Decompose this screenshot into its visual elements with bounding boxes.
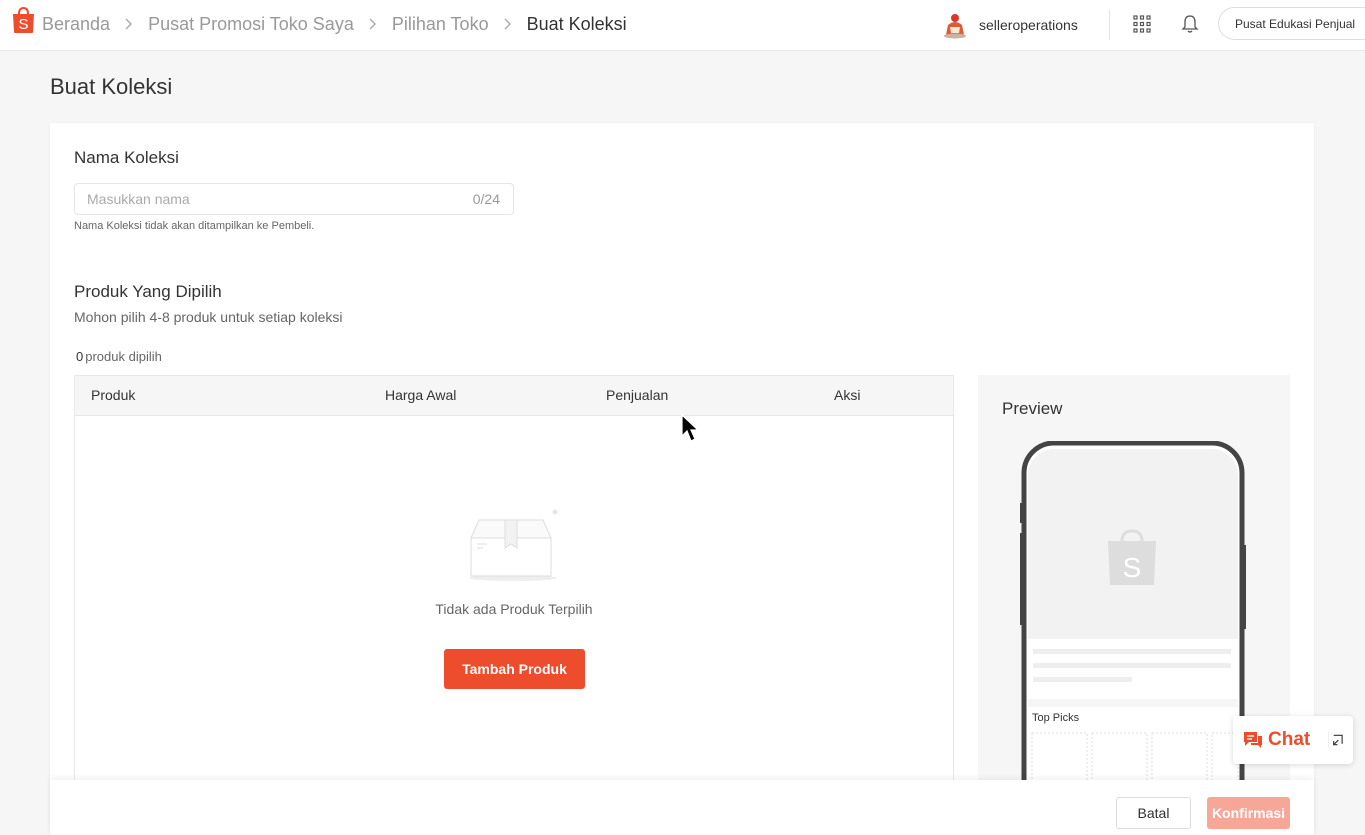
- column-action: Aksi: [834, 387, 861, 403]
- chat-bubble-icon: [1244, 732, 1262, 748]
- mouse-cursor-icon: [681, 414, 700, 442]
- breadcrumb-promo-center[interactable]: Pusat Promosi Toko Saya: [148, 14, 354, 35]
- column-initial-price: Harga Awal: [385, 387, 457, 403]
- svg-text:S: S: [1123, 552, 1142, 583]
- username: selleroperations: [979, 17, 1078, 33]
- column-product: Produk: [91, 387, 136, 403]
- user-menu[interactable]: selleroperations: [942, 10, 1078, 40]
- confirm-button[interactable]: Konfirmasi: [1207, 797, 1290, 829]
- empty-box-icon: [469, 509, 558, 581]
- empty-state-text: Tidak ada Produk Terpilih: [435, 601, 593, 617]
- collection-form-card: Nama Koleksi 0/24 Nama Koleksi tidak aka…: [50, 123, 1314, 835]
- selected-count-number: 0: [76, 349, 84, 364]
- add-product-button[interactable]: Tambah Produk: [444, 649, 585, 689]
- selected-products-title: Produk Yang Dipilih: [74, 282, 222, 301]
- top-picks-label: Top Picks: [1032, 712, 1080, 724]
- collection-name-input[interactable]: [75, 184, 455, 214]
- column-sales: Penjualan: [606, 387, 669, 403]
- table-header: Produk Harga Awal Penjualan Aksi: [75, 376, 953, 416]
- seller-education-button[interactable]: Pusat Edukasi Penjual: [1218, 7, 1365, 40]
- minimize-icon[interactable]: [1328, 732, 1344, 748]
- cancel-button[interactable]: Batal: [1116, 797, 1191, 829]
- selected-count: 0 produk dipilih: [76, 349, 162, 364]
- selected-products-subtitle: Mohon pilih 4-8 produk untuk setiap kole…: [74, 309, 343, 325]
- action-footer: Batal Konfirmasi: [50, 780, 1314, 835]
- preview-title: Preview: [1002, 399, 1063, 418]
- breadcrumb-shop-picks[interactable]: Pilihan Toko: [392, 14, 489, 35]
- page-title: Buat Koleksi: [50, 74, 173, 99]
- collection-name-field[interactable]: 0/24: [74, 183, 514, 215]
- breadcrumb: Beranda Pusat Promosi Toko Saya Pilihan …: [42, 0, 627, 48]
- char-counter: 0/24: [472, 191, 500, 207]
- avatar: [944, 14, 966, 39]
- chevron-right-icon: [125, 18, 133, 30]
- products-table: Produk Harga Awal Penjualan Aksi Tidak a…: [74, 375, 954, 835]
- selected-count-suffix: produk dipilih: [85, 349, 162, 364]
- apps-grid-icon[interactable]: [1133, 15, 1151, 33]
- top-header: S Beranda Pusat Promosi Toko Saya Piliha…: [0, 0, 1365, 51]
- breadcrumb-home[interactable]: Beranda: [42, 14, 110, 35]
- chat-label: Chat: [1268, 729, 1311, 750]
- breadcrumb-current: Buat Koleksi: [526, 13, 627, 34]
- preview-panel: Preview S Top Picks: [978, 375, 1290, 835]
- svg-text:S: S: [18, 16, 28, 33]
- header-divider: [1109, 10, 1110, 40]
- phone-mockup-icon: S: [1020, 441, 1246, 835]
- collection-name-title: Nama Koleksi: [74, 148, 179, 167]
- chevron-right-icon: [369, 18, 377, 30]
- chat-widget[interactable]: Chat: [1233, 716, 1353, 764]
- collection-name-hint: Nama Koleksi tidak akan ditampilkan ke P…: [74, 220, 315, 232]
- shopee-logo-icon[interactable]: S: [10, 6, 37, 34]
- chevron-right-icon: [504, 18, 512, 30]
- bell-icon[interactable]: [1181, 14, 1199, 34]
